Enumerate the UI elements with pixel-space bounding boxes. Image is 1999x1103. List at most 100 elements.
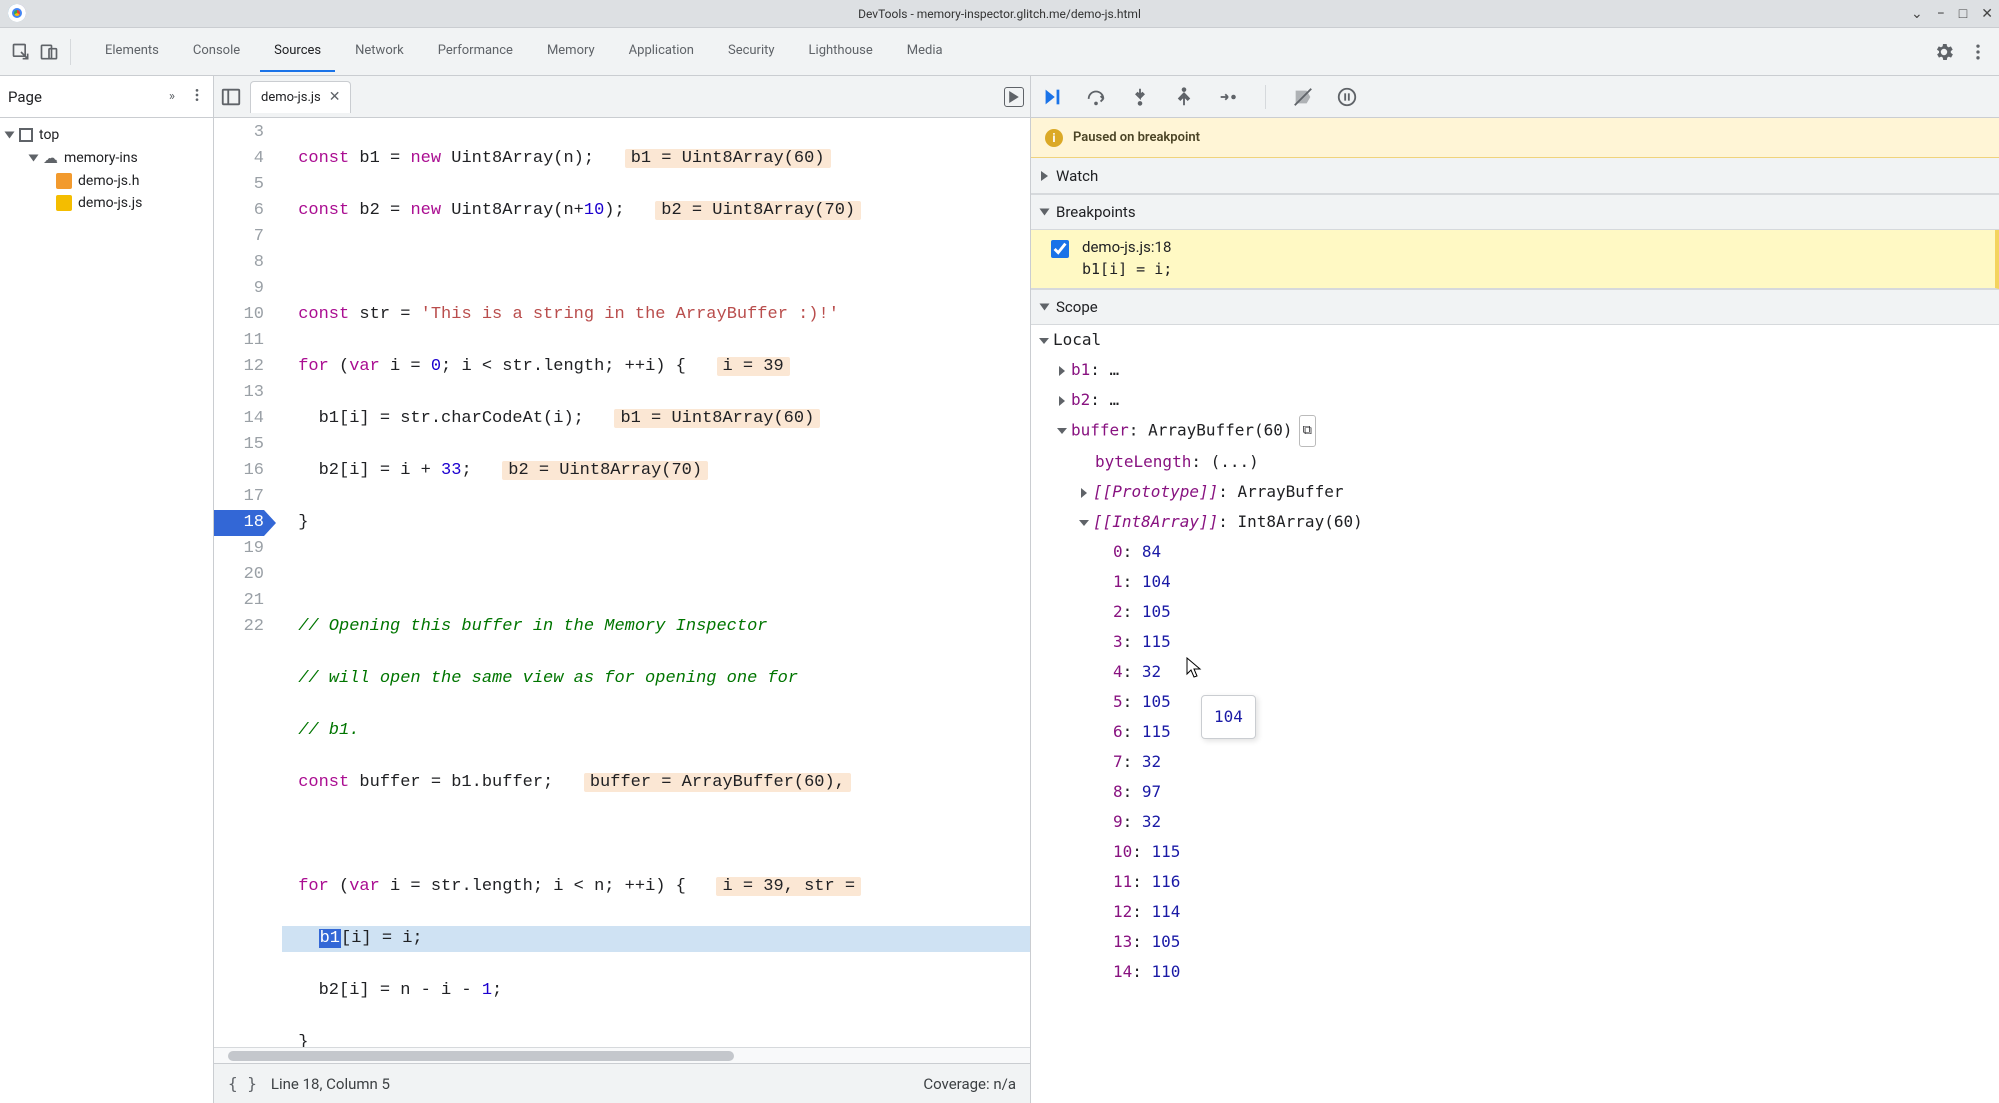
tab-media[interactable]: Media — [893, 31, 957, 72]
code-area[interactable]: const b1 = new Uint8Array(n); b1 = Uint8… — [274, 118, 1030, 1047]
tab-lighthouse[interactable]: Lighthouse — [795, 31, 887, 72]
pause-banner: i Paused on breakpoint — [1031, 118, 1999, 158]
chrome-logo-icon — [8, 4, 26, 22]
scope-array-item[interactable]: 14: 110 — [1031, 957, 1999, 987]
close-tab-icon[interactable]: ✕ — [329, 89, 341, 105]
breakpoint-checkbox[interactable] — [1051, 240, 1069, 258]
code-editor-pane: demo-js.js ✕ 3456789 1011121314151617 18… — [214, 76, 1031, 1103]
tree-domain-label: memory-ins — [64, 150, 138, 166]
inline-hint: i = 39 — [717, 357, 790, 376]
scope-array-item[interactable]: 9: 32 — [1031, 807, 1999, 837]
scope-array-item[interactable]: 5: 105 — [1031, 687, 1999, 717]
js-file-icon — [56, 195, 72, 211]
window-minimize-icon[interactable]: − — [1937, 7, 1945, 21]
window-chevron-icon[interactable]: ⌄ — [1911, 7, 1923, 21]
section-watch[interactable]: Watch — [1031, 158, 1999, 194]
window-title: DevTools - memory-inspector.glitch.me/de… — [858, 7, 1141, 21]
tab-security[interactable]: Security — [714, 31, 789, 72]
step-icon[interactable] — [1217, 86, 1239, 108]
inspect-element-icon[interactable] — [10, 41, 32, 63]
editor-footer: { } Line 18, Column 5 Coverage: n/a — [214, 1063, 1030, 1103]
value-tooltip: 104 — [1201, 695, 1256, 739]
window-close-icon[interactable]: ✕ — [1981, 7, 1993, 21]
frame-icon — [19, 128, 33, 142]
section-scope[interactable]: Scope — [1031, 289, 1999, 325]
breakpoint-row[interactable]: demo-js.js:18 b1[i] = i; — [1031, 230, 1999, 289]
debugger-pane: i Paused on breakpoint Watch Breakpoints… — [1031, 76, 1999, 1103]
tab-memory[interactable]: Memory — [533, 31, 609, 72]
scope-prototype[interactable]: [[Prototype]]: ArrayBuffer — [1031, 477, 1999, 507]
section-breakpoints[interactable]: Breakpoints — [1031, 194, 1999, 230]
tab-network[interactable]: Network — [341, 31, 418, 72]
pause-on-exceptions-icon[interactable] — [1336, 86, 1358, 108]
scope-array-item[interactable]: 13: 105 — [1031, 927, 1999, 957]
window-maximize-icon[interactable]: □ — [1959, 7, 1967, 21]
html-file-icon — [56, 173, 72, 189]
scope-array-item[interactable]: 3: 115 — [1031, 627, 1999, 657]
debugger-toolbar — [1031, 76, 1999, 118]
editor-h-scrollbar[interactable] — [214, 1047, 1030, 1063]
pretty-print-icon[interactable]: { } — [228, 1074, 257, 1093]
scope-array-item[interactable]: 0: 84 — [1031, 537, 1999, 567]
chevron-right-icon — [1041, 171, 1048, 181]
scope-local[interactable]: Local — [1031, 325, 1999, 355]
section-watch-label: Watch — [1056, 167, 1098, 185]
step-into-icon[interactable] — [1129, 86, 1151, 108]
chevron-down-icon — [1040, 209, 1050, 216]
line-gutter[interactable]: 3456789 1011121314151617 1819202122 — [214, 118, 274, 1047]
memory-inspector-chip-icon[interactable]: ⧉ — [1299, 415, 1316, 447]
scope-array-item[interactable]: 10: 115 — [1031, 837, 1999, 867]
tree-top[interactable]: top — [0, 124, 213, 146]
navigator-more-tabs-icon[interactable]: » — [169, 89, 175, 104]
tree-file-js[interactable]: demo-js.js — [0, 192, 213, 214]
scope-var-b2[interactable]: b2: … — [1031, 385, 1999, 415]
chevron-down-icon — [1040, 304, 1050, 311]
breakpoint-code: b1[i] = i; — [1082, 260, 1172, 278]
tab-elements[interactable]: Elements — [91, 31, 173, 72]
scope-bytelength[interactable]: byteLength: (...) — [1031, 447, 1999, 477]
window-titlebar: DevTools - memory-inspector.glitch.me/de… — [0, 0, 1999, 28]
settings-gear-icon[interactable] — [1933, 41, 1955, 63]
navigator-kebab-icon[interactable] — [189, 87, 205, 107]
scope-array-item[interactable]: 11: 116 — [1031, 867, 1999, 897]
tab-performance[interactable]: Performance — [424, 31, 527, 72]
step-out-icon[interactable] — [1173, 86, 1195, 108]
scope-array-item[interactable]: 2: 105 — [1031, 597, 1999, 627]
scope-tree[interactable]: Local b1: … b2: … buffer: ArrayBuffer(60… — [1031, 325, 1999, 1103]
separator — [70, 39, 71, 65]
tab-application[interactable]: Application — [615, 31, 708, 72]
chevron-down-icon — [5, 132, 15, 139]
scope-array-item[interactable]: 6: 115 — [1031, 717, 1999, 747]
deactivate-breakpoints-icon[interactable] — [1292, 86, 1314, 108]
run-snippet-icon[interactable] — [1004, 87, 1024, 107]
scope-array-item[interactable]: 1: 104 — [1031, 567, 1999, 597]
scope-var-buffer[interactable]: buffer: ArrayBuffer(60)⧉ — [1031, 415, 1999, 447]
inline-hint: buffer = ArrayBuffer(60), — [584, 773, 851, 792]
toggle-navigator-icon[interactable] — [220, 86, 242, 108]
editor-tab[interactable]: demo-js.js ✕ — [250, 81, 351, 113]
breakpoint-location: demo-js.js:18 — [1082, 238, 1172, 256]
inline-hint: b1 = Uint8Array(60) — [614, 409, 820, 428]
scope-array-item[interactable]: 7: 32 — [1031, 747, 1999, 777]
tab-console[interactable]: Console — [179, 31, 254, 72]
more-vert-icon[interactable] — [1967, 41, 1989, 63]
cursor-position: Line 18, Column 5 — [271, 1075, 390, 1093]
window-controls: ⌄ − □ ✕ — [1911, 0, 1993, 27]
devtools-tabbar: Elements Console Sources Network Perform… — [0, 28, 1999, 76]
tree-file-html[interactable]: demo-js.h — [0, 170, 213, 192]
separator — [1265, 85, 1266, 109]
scope-array-item[interactable]: 12: 114 — [1031, 897, 1999, 927]
coverage-label: Coverage: n/a — [923, 1075, 1016, 1093]
step-over-icon[interactable] — [1085, 86, 1107, 108]
scope-int8array[interactable]: [[Int8Array]]: Int8Array(60) — [1031, 507, 1999, 537]
cloud-icon: ☁ — [43, 149, 58, 167]
scope-array-item[interactable]: 8: 97 — [1031, 777, 1999, 807]
scope-var-b1[interactable]: b1: … — [1031, 355, 1999, 385]
tree-top-label: top — [39, 127, 59, 143]
tab-sources[interactable]: Sources — [260, 31, 335, 72]
tree-domain[interactable]: ☁ memory-ins — [0, 146, 213, 170]
device-toolbar-icon[interactable] — [38, 41, 60, 63]
navigator-page-tab[interactable]: Page — [8, 88, 42, 106]
resume-icon[interactable] — [1041, 86, 1063, 108]
scope-array-item[interactable]: 4: 32 — [1031, 657, 1999, 687]
